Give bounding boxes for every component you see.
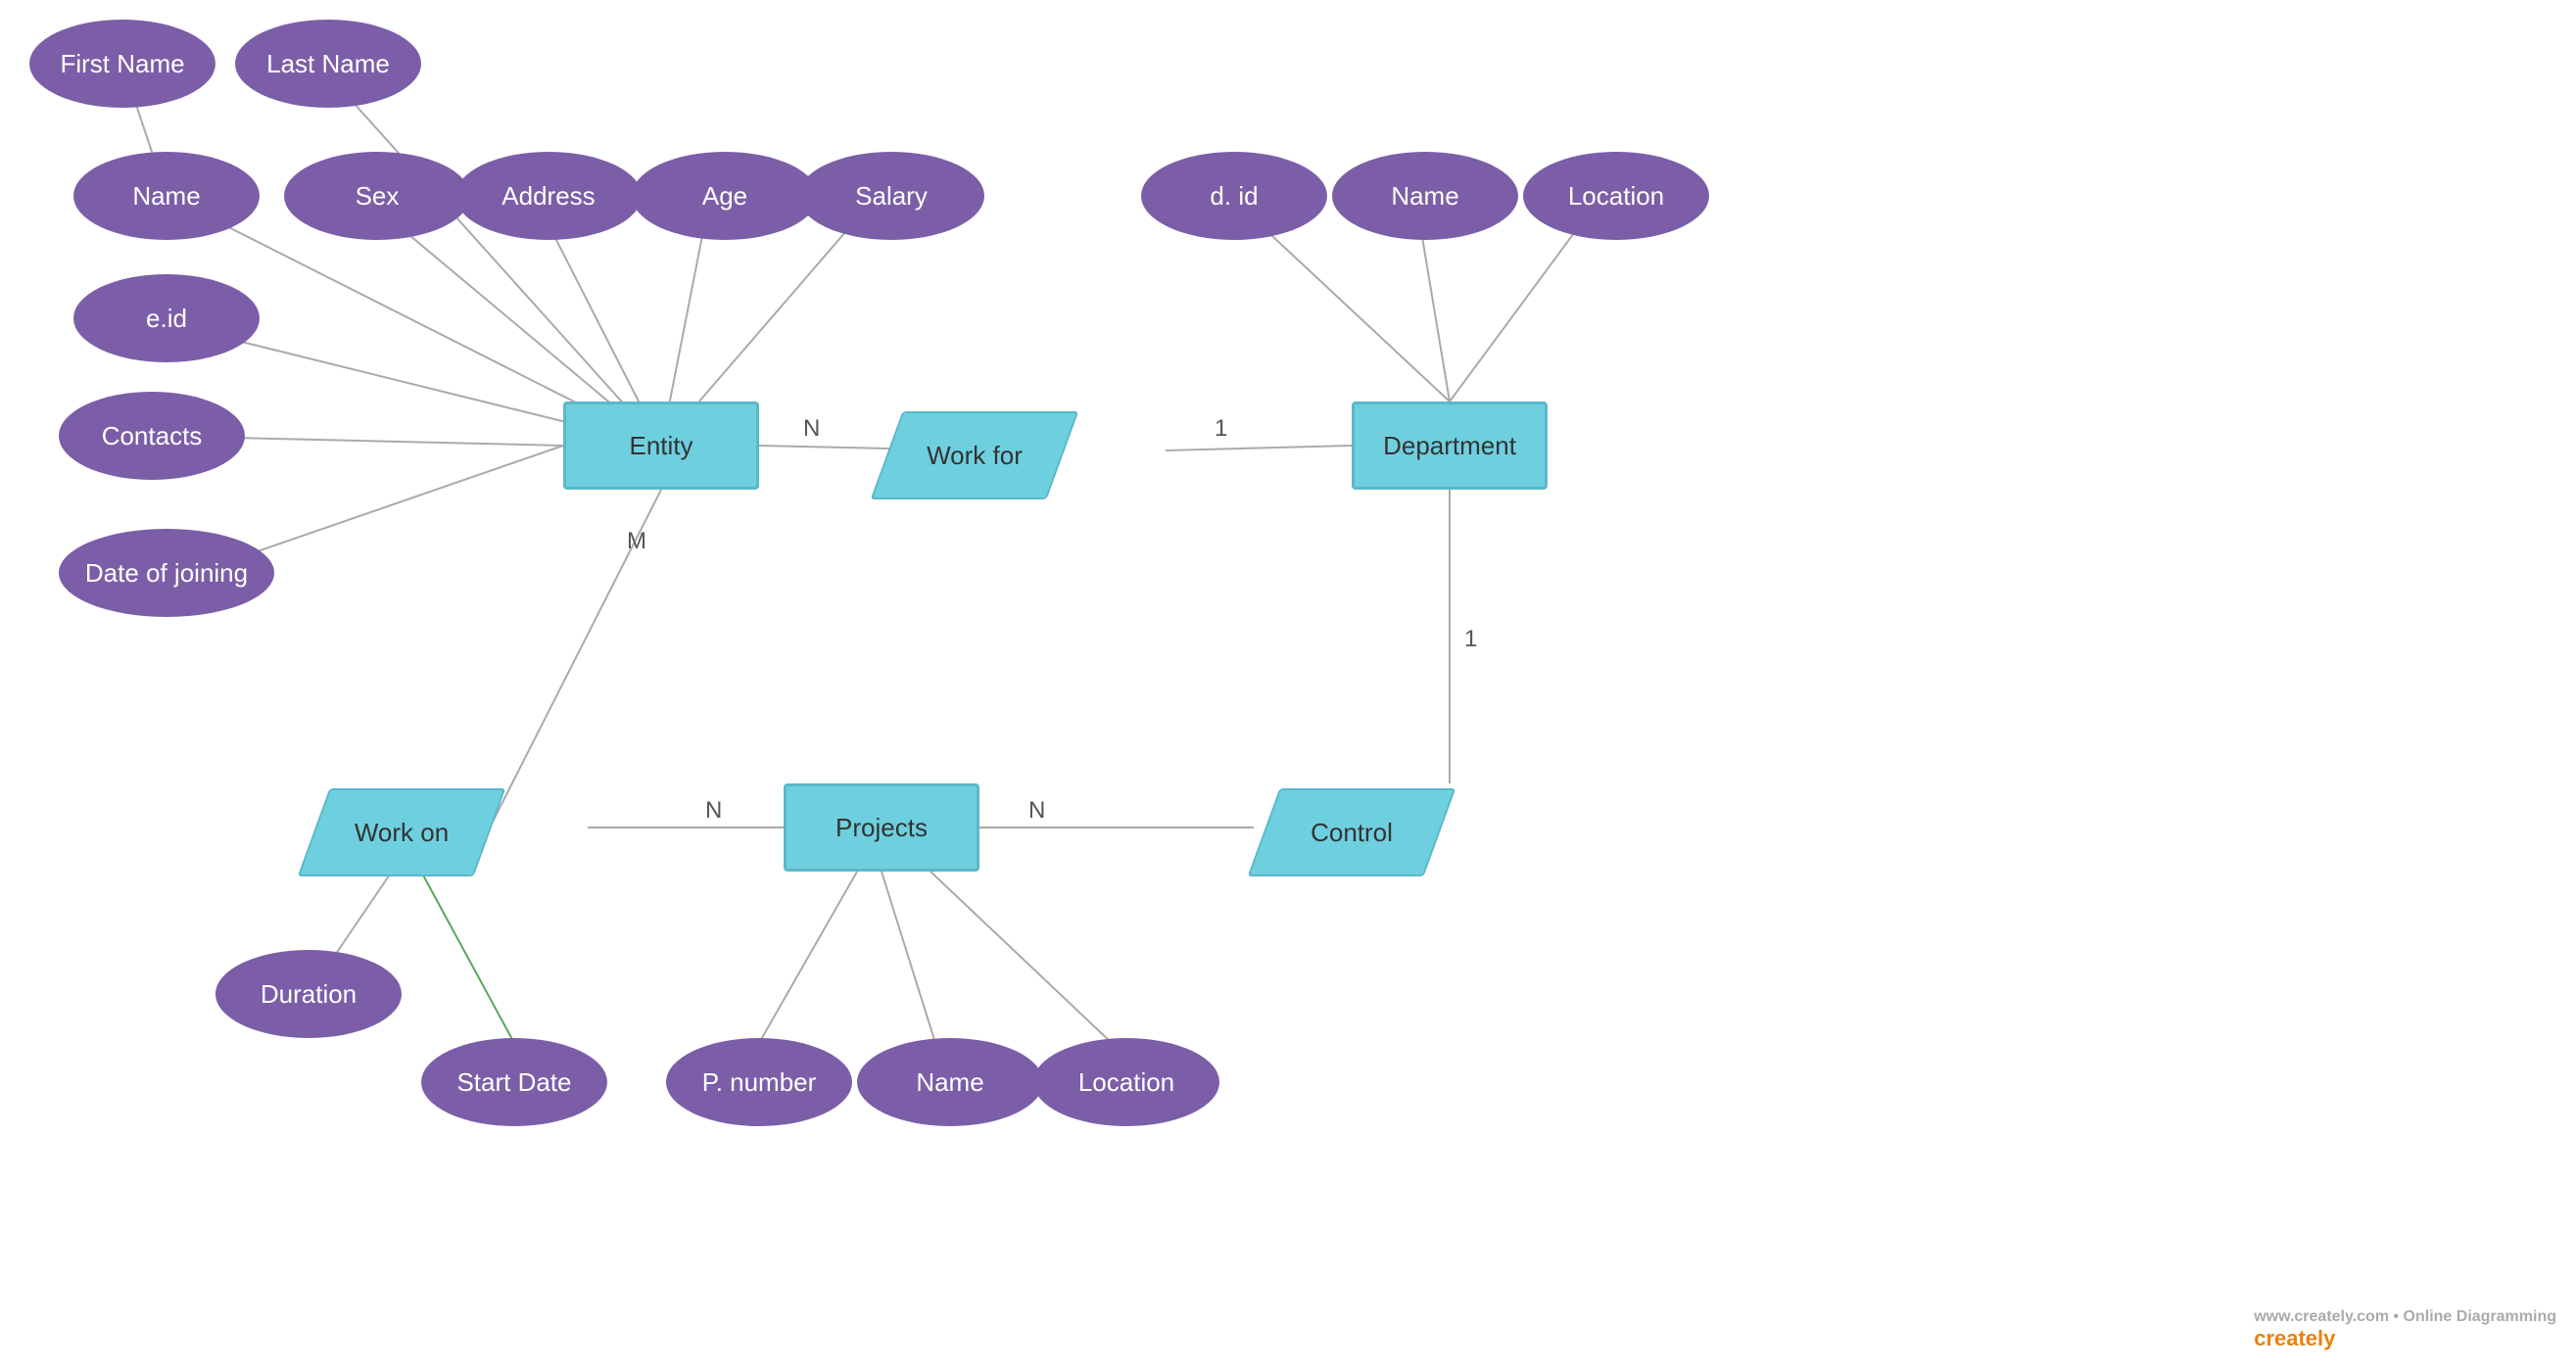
svg-text:N: N [1028,797,1045,824]
contacts-ellipse: Contacts [59,392,245,480]
duration-ellipse: Duration [215,950,402,1038]
p-number-ellipse: P. number [666,1038,852,1126]
sex-ellipse: Sex [284,152,470,240]
projects-rectangle: Projects [784,783,979,872]
entity-rectangle: Entity [563,402,759,490]
watermark: www.creately.com • Online Diagramming cr… [2254,1305,2556,1351]
svg-text:1: 1 [1215,415,1227,442]
location-dept-ellipse: Location [1523,152,1709,240]
name-left-ellipse: Name [73,152,260,240]
svg-text:M: M [627,528,646,554]
department-rectangle: Department [1352,402,1548,490]
work-for-diamond: Work for [877,406,1073,504]
first-name-ellipse: First Name [29,20,215,108]
svg-text:N: N [803,415,820,442]
salary-ellipse: Salary [798,152,984,240]
diagram-container: N 1 M N N 1 First Name Last Name Name Se… [0,0,2576,1371]
age-ellipse: Age [632,152,818,240]
start-date-ellipse: Start Date [421,1038,607,1126]
svg-text:N: N [705,797,722,824]
work-on-diamond: Work on [304,783,500,881]
last-name-ellipse: Last Name [235,20,421,108]
d-id-ellipse: d. id [1141,152,1327,240]
location-proj-ellipse: Location [1033,1038,1219,1126]
control-diamond: Control [1254,783,1450,881]
svg-text:1: 1 [1464,626,1477,652]
address-ellipse: Address [455,152,642,240]
date-joining-ellipse: Date of joining [59,529,274,617]
name-proj-ellipse: Name [857,1038,1043,1126]
eid-ellipse: e.id [73,274,260,362]
name-dept-ellipse: Name [1332,152,1518,240]
